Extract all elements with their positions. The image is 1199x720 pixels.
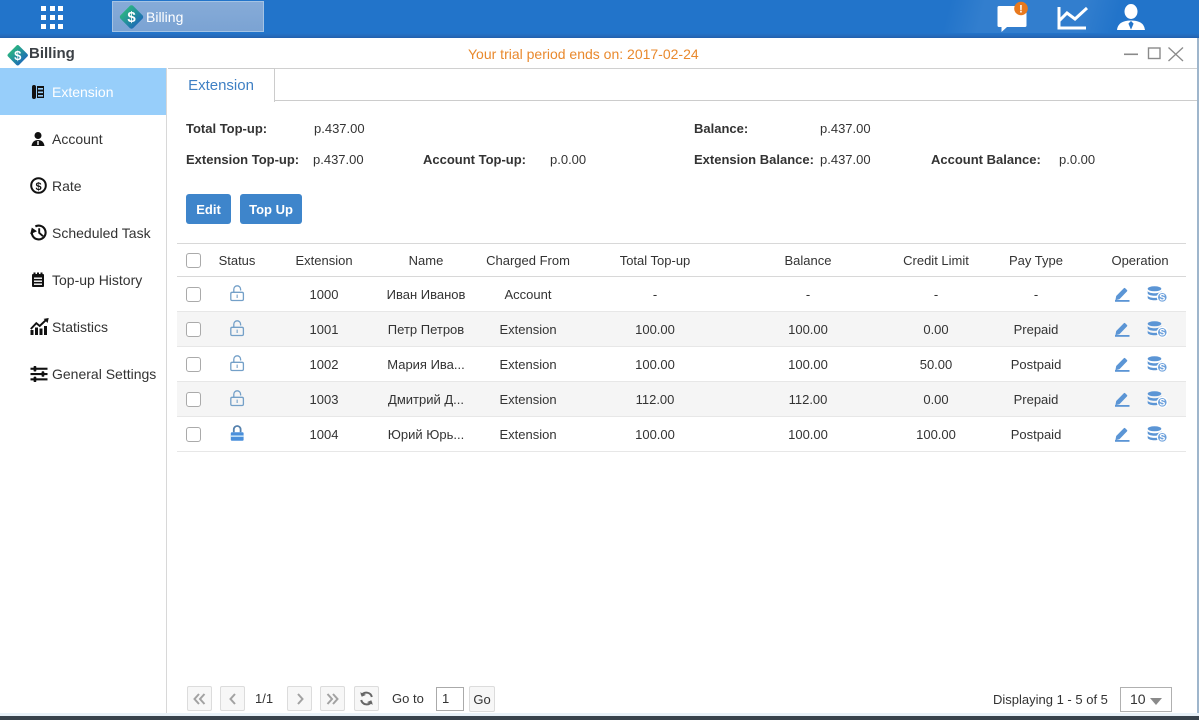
svg-text:$: $ bbox=[35, 181, 41, 193]
svg-text:$: $ bbox=[127, 9, 136, 26]
svg-text:$: $ bbox=[14, 48, 22, 63]
svg-text:!: ! bbox=[1019, 4, 1023, 16]
